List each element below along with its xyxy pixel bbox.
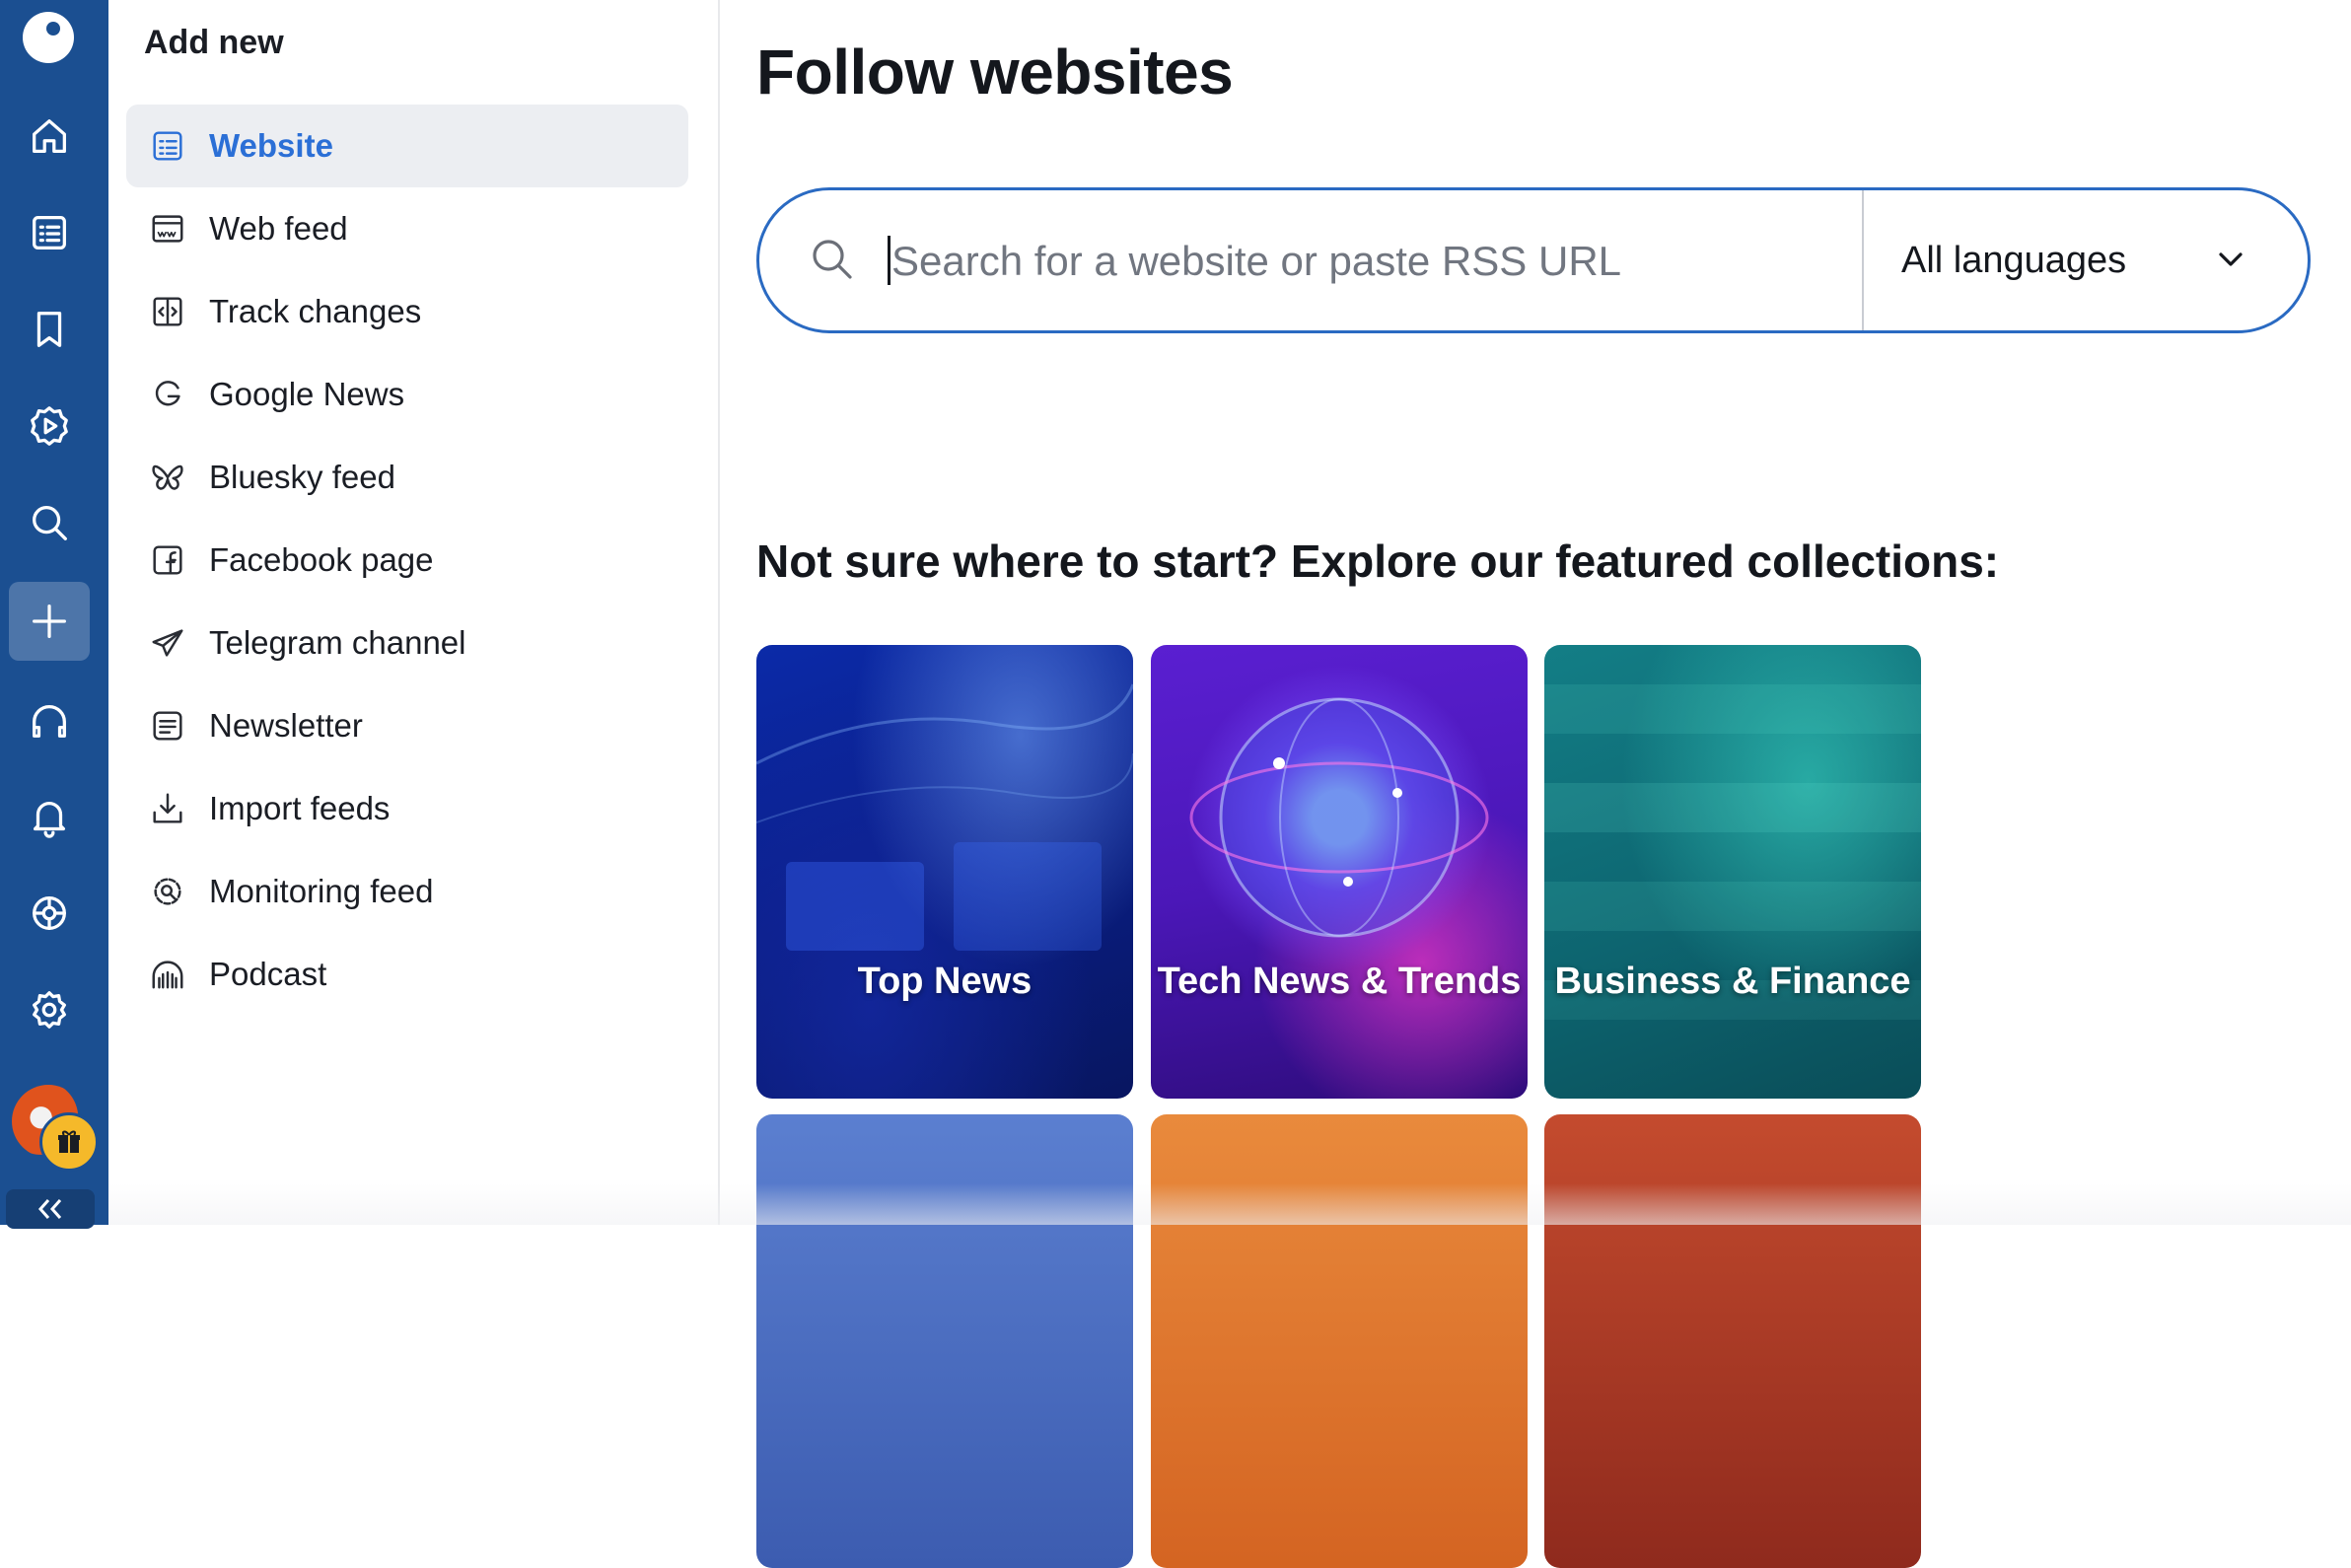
video-icon bbox=[31, 406, 68, 446]
nav-item-label: Facebook page bbox=[209, 541, 434, 578]
collapse-sidebar-button[interactable] bbox=[6, 1189, 95, 1229]
collection-card[interactable] bbox=[1151, 1114, 1528, 1568]
nav-item-label: Podcast bbox=[209, 956, 327, 992]
google-icon bbox=[155, 381, 180, 406]
nav-item-facebook-page[interactable]: Facebook page bbox=[126, 519, 688, 602]
newsletter-icon bbox=[153, 711, 182, 741]
collection-label: Business & Finance bbox=[1554, 961, 1911, 1002]
butterfly-icon bbox=[152, 464, 183, 490]
settings-icon bbox=[33, 991, 66, 1029]
nav-item-label: Track changes bbox=[209, 293, 422, 329]
card-background-image bbox=[1544, 684, 1921, 1020]
podcast-icon bbox=[152, 961, 183, 989]
nav-item-telegram-channel[interactable]: Telegram channel bbox=[126, 602, 688, 684]
track-changes-icon bbox=[153, 297, 182, 326]
nav-item-label: Newsletter bbox=[209, 707, 363, 744]
feeds-list-icon bbox=[33, 216, 66, 249]
collection-label: Tech News & Trends bbox=[1157, 961, 1522, 1002]
chevron-down-icon bbox=[2211, 240, 2250, 279]
import-icon bbox=[153, 793, 182, 823]
rail-add-button[interactable] bbox=[9, 582, 90, 661]
search-icon bbox=[33, 506, 67, 540]
collection-card-tech-news[interactable]: Tech News & Trends bbox=[1151, 645, 1528, 1099]
nav-item-label: Bluesky feed bbox=[209, 459, 395, 495]
rail-integrations-button[interactable] bbox=[9, 874, 90, 953]
nav-item-label: Telegram channel bbox=[209, 624, 466, 661]
nav-item-web-feed[interactable]: Web feed bbox=[126, 187, 688, 270]
website-icon bbox=[153, 131, 182, 161]
rail-video-button[interactable] bbox=[9, 387, 90, 465]
add-icon bbox=[33, 605, 66, 638]
nav-item-website[interactable]: Website bbox=[126, 105, 688, 187]
nav-item-podcast[interactable]: Podcast bbox=[126, 933, 688, 1016]
collection-card[interactable] bbox=[1544, 1114, 1921, 1568]
page-title: Follow websites bbox=[756, 36, 1234, 107]
monitoring-icon bbox=[154, 878, 181, 905]
search-input[interactable] bbox=[890, 222, 1830, 301]
nav-item-label: Website bbox=[209, 127, 333, 164]
nav-item-monitoring-feed[interactable]: Monitoring feed bbox=[126, 850, 688, 933]
add-new-panel: Add new Website Web feed Track changes G… bbox=[108, 0, 720, 1225]
rail-alerts-button[interactable] bbox=[9, 777, 90, 856]
nav-item-label: Monitoring feed bbox=[209, 873, 434, 909]
collection-card-top-news[interactable]: Top News bbox=[756, 645, 1133, 1099]
bell-icon bbox=[33, 802, 66, 838]
gift-icon[interactable] bbox=[39, 1112, 99, 1172]
rail-search-button[interactable] bbox=[9, 483, 90, 562]
language-select[interactable]: All languages bbox=[1864, 190, 2308, 330]
app-rail bbox=[0, 0, 108, 1229]
search-icon bbox=[809, 236, 856, 283]
facebook-icon bbox=[153, 545, 182, 575]
nav-item-import-feeds[interactable]: Import feeds bbox=[126, 767, 688, 850]
nav-item-track-changes[interactable]: Track changes bbox=[126, 270, 688, 353]
featured-collections-heading: Not sure where to start? Explore our fea… bbox=[756, 535, 2000, 587]
rail-bookmarks-button[interactable] bbox=[9, 290, 90, 369]
panel-title: Add new bbox=[144, 24, 284, 61]
nav-item-newsletter[interactable]: Newsletter bbox=[126, 684, 688, 767]
nav-item-label: Google News bbox=[209, 376, 405, 412]
nav-item-label: Web feed bbox=[209, 210, 348, 247]
card-background-image bbox=[1189, 697, 1489, 938]
rail-feeds-button[interactable] bbox=[9, 193, 90, 272]
collection-card[interactable] bbox=[756, 1114, 1133, 1568]
nav-item-google-news[interactable]: Google News bbox=[126, 353, 688, 436]
search-bar: All languages bbox=[756, 187, 2311, 333]
collection-card-business-finance[interactable]: Business & Finance bbox=[1544, 645, 1921, 1099]
telegram-icon bbox=[152, 629, 183, 657]
nav-item-bluesky-feed[interactable]: Bluesky feed bbox=[126, 436, 688, 519]
headphones-icon bbox=[33, 705, 66, 738]
app-logo-icon[interactable] bbox=[23, 12, 74, 63]
chevrons-left-icon bbox=[37, 1199, 62, 1219]
nav-item-label: Import feeds bbox=[209, 790, 391, 826]
web-feed-icon bbox=[152, 215, 183, 243]
rail-settings-button[interactable] bbox=[9, 970, 90, 1049]
language-select-value: All languages bbox=[1901, 239, 2127, 281]
integrations-icon bbox=[33, 896, 66, 930]
collection-label: Top News bbox=[857, 961, 1033, 1002]
card-background-image bbox=[756, 683, 1133, 951]
home-icon bbox=[33, 119, 66, 153]
rail-home-button[interactable] bbox=[9, 97, 90, 176]
rail-audio-button[interactable] bbox=[9, 680, 90, 759]
bookmark-icon bbox=[36, 312, 62, 347]
